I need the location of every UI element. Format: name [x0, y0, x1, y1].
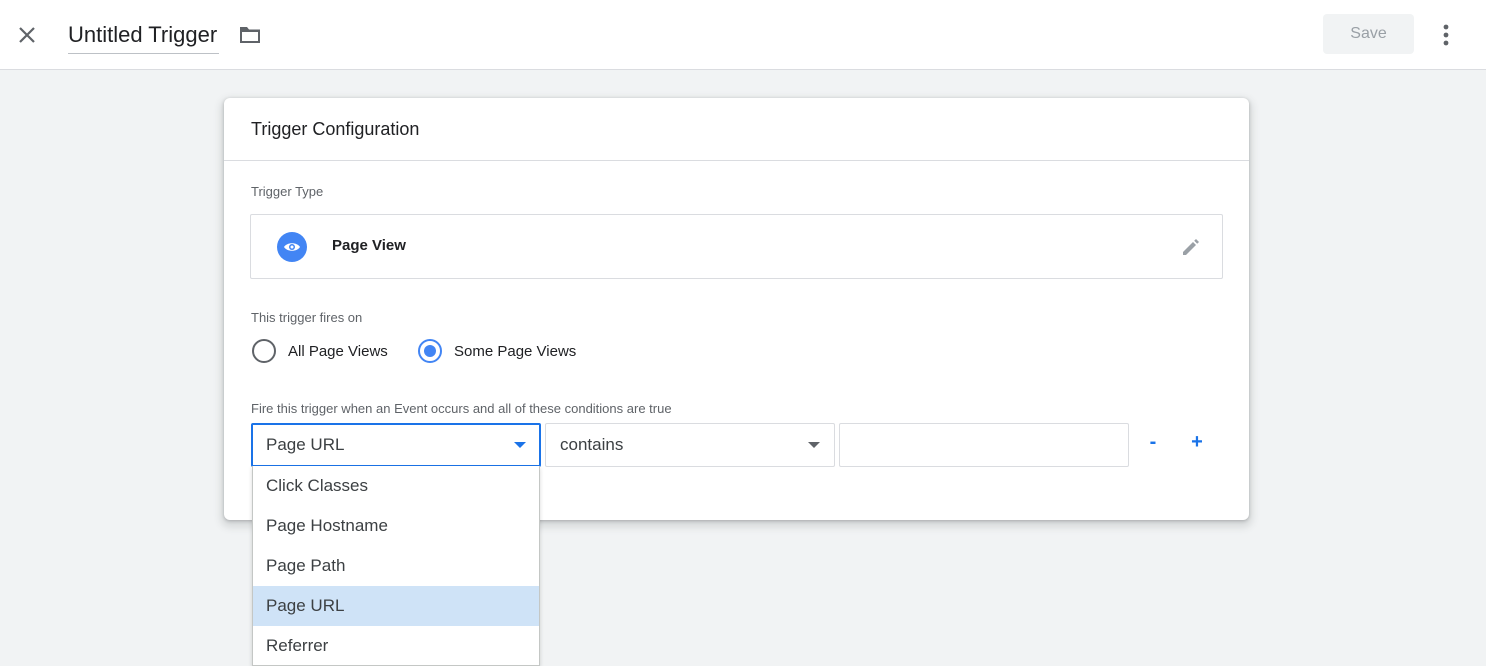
folder-button[interactable] [236, 22, 264, 48]
radio-label: All Page Views [288, 342, 388, 360]
trigger-type-selector[interactable]: Page View [250, 214, 1223, 279]
remove-condition-button[interactable]: - [1139, 428, 1167, 456]
eye-icon [277, 232, 307, 262]
trigger-type-label: Trigger Type [251, 184, 324, 199]
dropdown-item[interactable]: Page Hostname [253, 506, 539, 546]
card-header: Trigger Configuration [224, 98, 1249, 161]
operator-select[interactable]: contains [545, 423, 835, 467]
variable-select[interactable]: Page URL [251, 423, 541, 467]
more-options-button[interactable] [1432, 20, 1460, 50]
radio-label: Some Page Views [454, 342, 577, 360]
chevron-down-icon [514, 442, 526, 448]
condition-value-input[interactable] [839, 423, 1129, 467]
close-button[interactable] [10, 18, 44, 52]
radio-some-page-views[interactable]: Some Page Views [418, 339, 576, 363]
dropdown-item-selected[interactable]: Page URL [253, 586, 539, 626]
radio-all-page-views[interactable]: All Page Views [252, 339, 388, 363]
add-condition-button[interactable]: + [1183, 428, 1211, 456]
chevron-down-icon [808, 442, 820, 448]
trigger-configuration-card: Trigger Configuration Trigger Type Page … [224, 98, 1249, 520]
close-icon [19, 27, 35, 43]
radio-button-checked[interactable] [418, 339, 442, 363]
pencil-icon[interactable] [1178, 234, 1204, 260]
dropdown-item[interactable]: Referrer [253, 626, 539, 665]
operator-select-value: contains [560, 435, 624, 454]
trigger-type-name: Page View [332, 237, 406, 254]
save-button[interactable]: Save [1323, 14, 1414, 54]
trigger-title[interactable]: Untitled Trigger [68, 20, 220, 54]
more-vert-icon [1443, 24, 1449, 46]
dropdown-item[interactable]: Page Path [253, 546, 539, 586]
dropdown-item[interactable]: Click Classes [253, 466, 539, 506]
variable-dropdown-menu: Click Classes Page Hostname Page Path Pa… [252, 466, 540, 666]
folder-icon [240, 27, 260, 43]
card-title: Trigger Configuration [251, 118, 420, 139]
conditions-label: Fire this trigger when an Event occurs a… [251, 401, 672, 416]
variable-select-value: Page URL [266, 435, 345, 454]
top-bar: Untitled Trigger Save [0, 0, 1486, 70]
fires-on-label: This trigger fires on [251, 310, 363, 325]
radio-button-unchecked[interactable] [252, 339, 276, 363]
